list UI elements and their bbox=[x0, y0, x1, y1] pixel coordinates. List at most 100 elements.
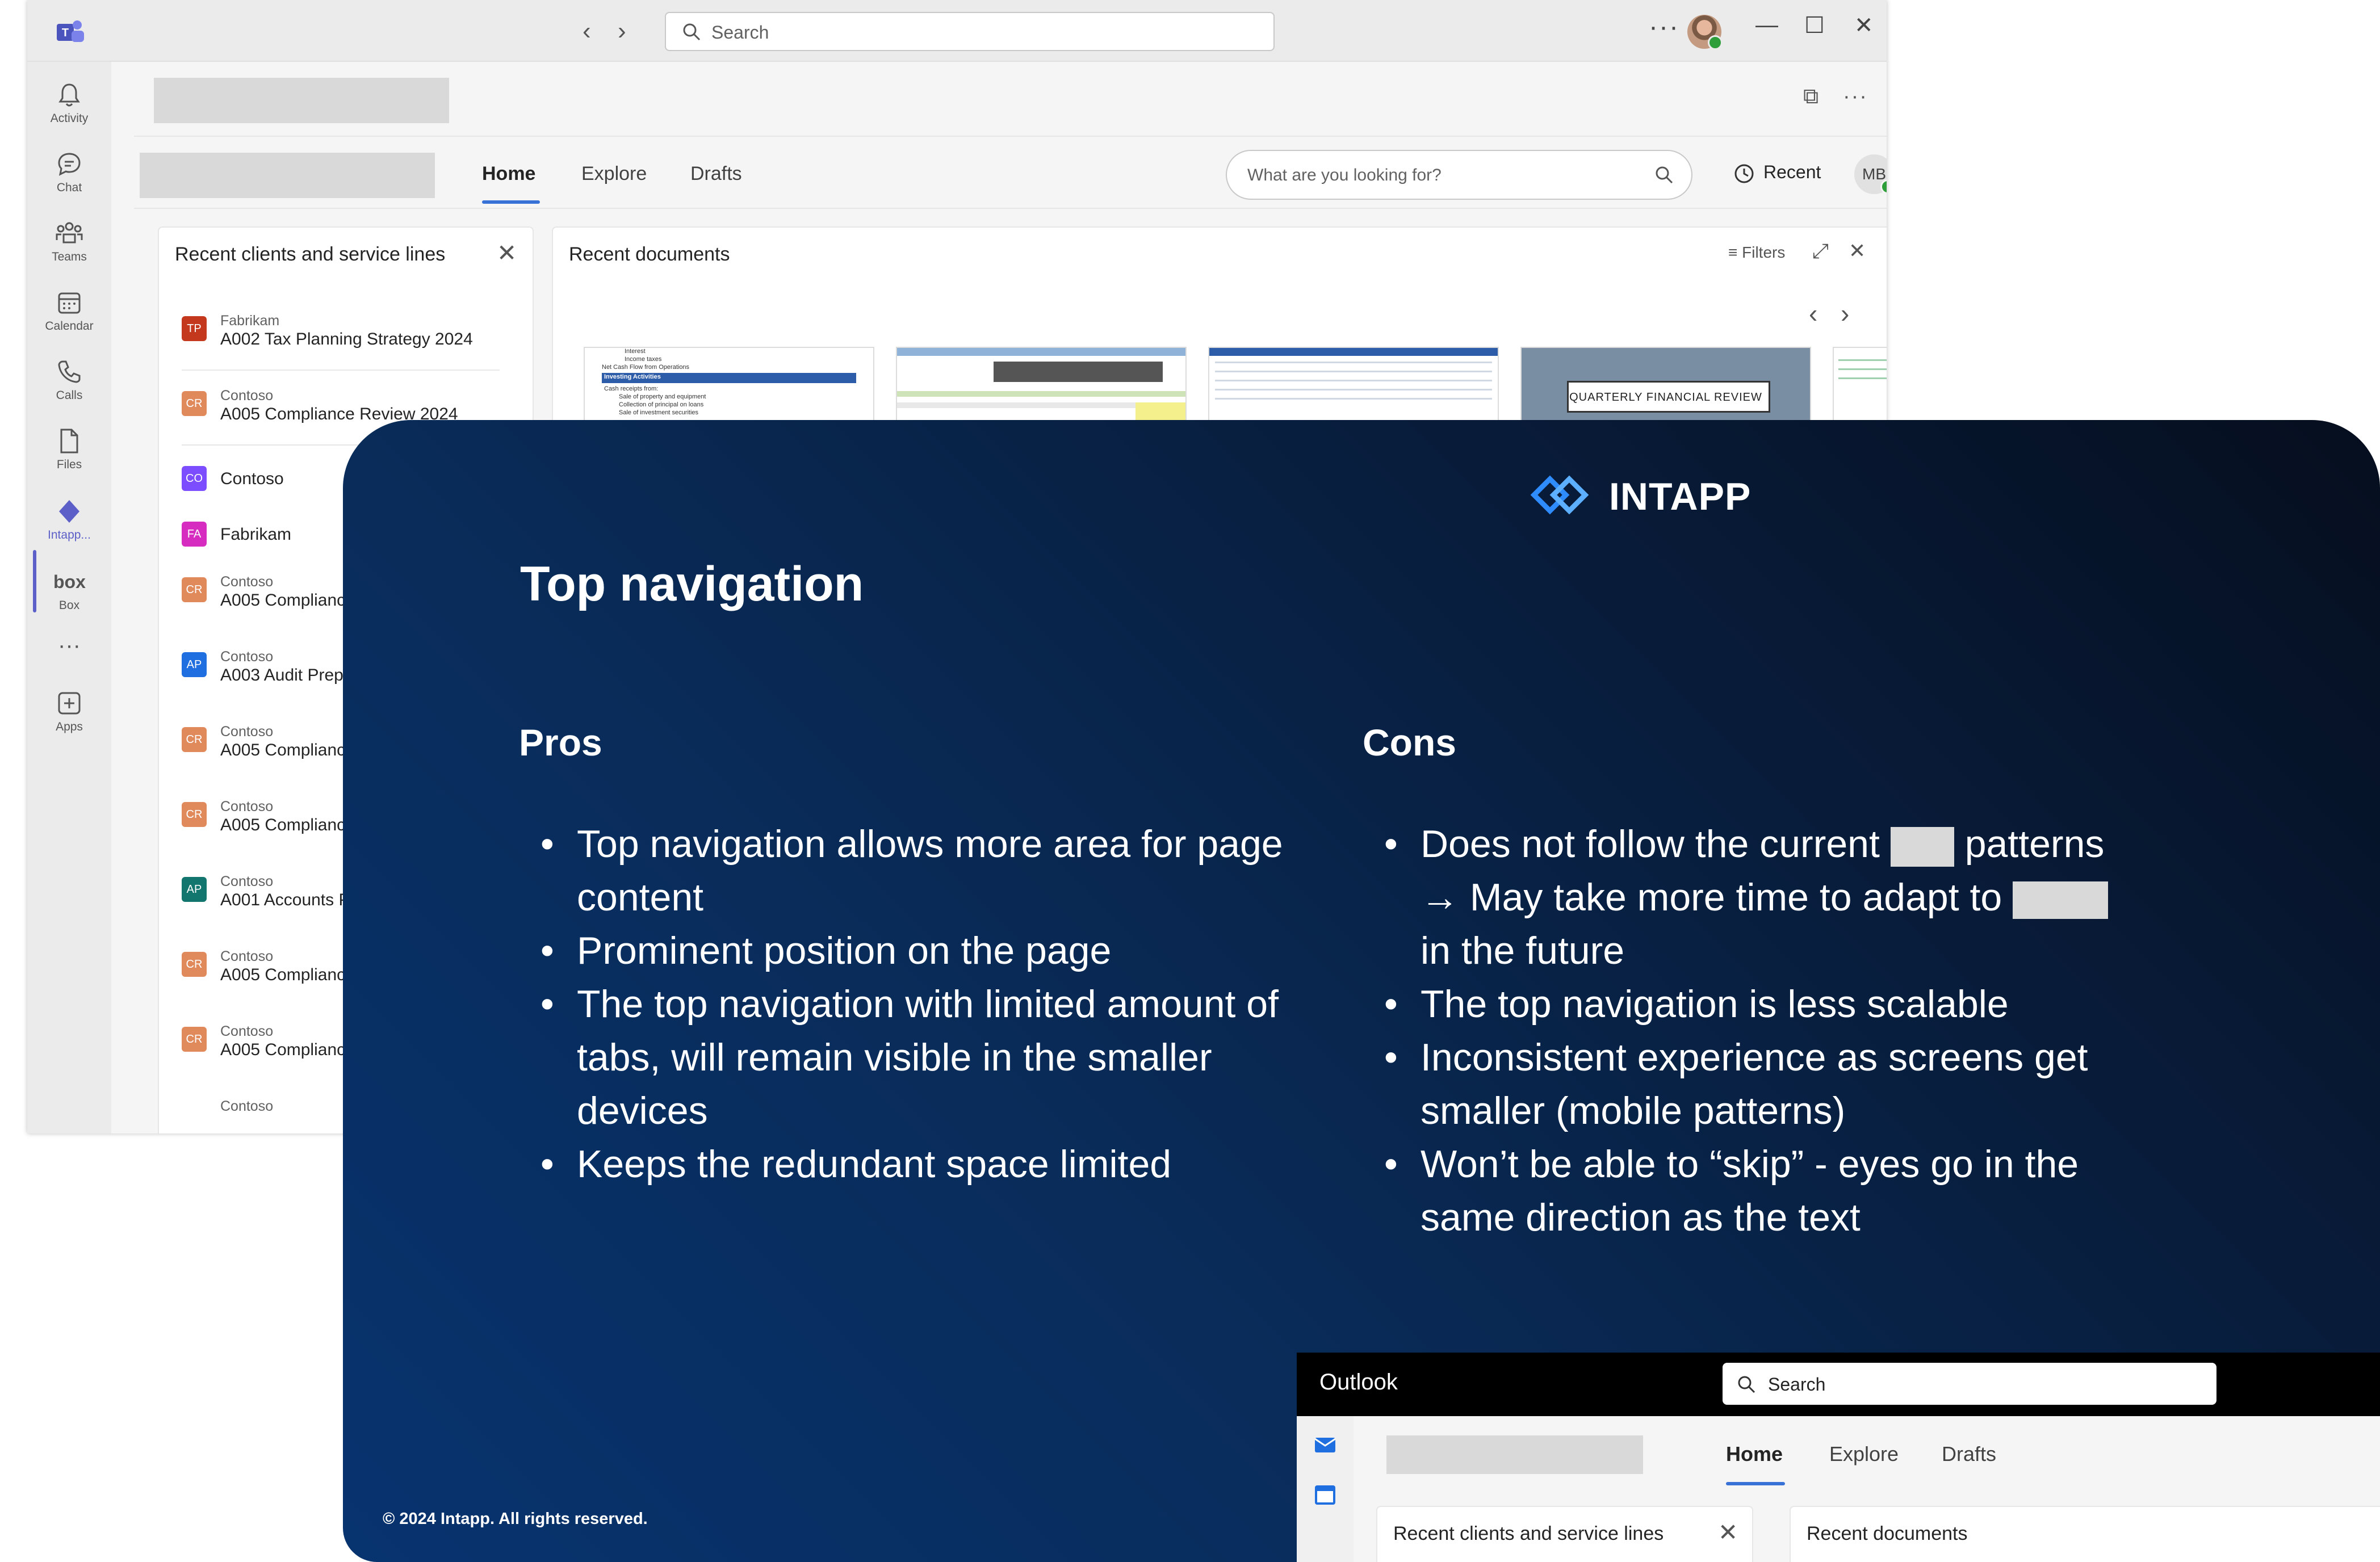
pros-item: Prominent position on the page bbox=[519, 924, 1325, 977]
document-thumbnail[interactable]: QUARTERLY FINANCIAL REVIEW bbox=[1520, 347, 1811, 426]
rail-item-calendar[interactable]: Calendar bbox=[27, 287, 111, 333]
redacted-text bbox=[1890, 827, 1954, 867]
document-thumbnail[interactable] bbox=[896, 347, 1187, 426]
box-logo-icon: box bbox=[53, 572, 86, 592]
cons-item: Does not follow the current patterns → Ma… bbox=[1363, 817, 2146, 977]
back-arrow-icon[interactable]: ‹ bbox=[583, 17, 591, 45]
popout-icon[interactable]: ⧉ bbox=[1803, 85, 1818, 109]
cons-item: Inconsistent experience as screens get s… bbox=[1363, 1031, 2146, 1137]
tab-home[interactable]: Home bbox=[482, 163, 535, 185]
client-name: Contoso bbox=[220, 469, 284, 488]
bell-icon bbox=[58, 83, 80, 107]
close-icon[interactable]: ✕ bbox=[1849, 239, 1866, 263]
thumb-block bbox=[994, 362, 1163, 382]
pros-item: The top navigation with limited amount o… bbox=[519, 977, 1325, 1137]
client-badge: CR bbox=[182, 802, 207, 827]
next-arrow-icon[interactable]: › bbox=[1841, 298, 1849, 329]
active-tab-indicator bbox=[1726, 1482, 1785, 1485]
thumb-row bbox=[1215, 362, 1492, 363]
tab-explore[interactable]: Explore bbox=[581, 163, 647, 185]
cons-text: → May take more time to adapt to bbox=[1421, 876, 2002, 919]
thumb-text: Net Cash Flow from Operations bbox=[602, 364, 690, 371]
tab-drafts[interactable]: Drafts bbox=[690, 163, 742, 185]
rail-item-files[interactable]: Files bbox=[27, 425, 111, 472]
rail-item-chat[interactable]: Chat bbox=[27, 148, 111, 195]
rail-item-box[interactable]: box Box bbox=[27, 566, 111, 612]
cons-item: The top navigation is less scalable bbox=[1363, 977, 2146, 1031]
search-placeholder: Search bbox=[711, 22, 769, 43]
maximize-button[interactable]: ☐ bbox=[1804, 12, 1825, 39]
recent-button[interactable]: Recent bbox=[1733, 162, 1821, 185]
forward-arrow-icon[interactable]: › bbox=[618, 17, 626, 45]
teams-search-input[interactable]: Search bbox=[665, 12, 1275, 51]
client-name: Fabrikam bbox=[220, 525, 292, 544]
client-badge: CR bbox=[182, 952, 207, 977]
mail-icon[interactable] bbox=[1313, 1432, 1338, 1457]
rail-item-teams[interactable]: Teams bbox=[27, 217, 111, 264]
thumb-text: Collection of principal on loans bbox=[619, 401, 704, 408]
thumb-row bbox=[1215, 389, 1492, 390]
document-thumbnail[interactable]: Interest Income taxes Net Cash Flow from… bbox=[584, 347, 874, 426]
rail-item-more[interactable]: ··· bbox=[27, 634, 111, 666]
close-window-button[interactable]: ✕ bbox=[1854, 12, 1874, 39]
rail-label: Teams bbox=[52, 250, 87, 263]
client-name: Contoso bbox=[220, 649, 274, 665]
search-icon bbox=[683, 23, 701, 41]
client-badge: AP bbox=[182, 652, 207, 677]
intapp-mark-icon bbox=[1530, 475, 1589, 515]
filter-icon: ≡ bbox=[1728, 243, 1742, 261]
search-placeholder: Search bbox=[1768, 1374, 1826, 1395]
pros-list: Top navigation allows more area for page… bbox=[519, 817, 1325, 1191]
rail-item-apps[interactable]: Apps bbox=[27, 687, 111, 734]
thumb-header-bar bbox=[1209, 348, 1498, 356]
document-thumbnail[interactable] bbox=[1833, 347, 1887, 426]
intapp-search-input[interactable]: What are you looking for? bbox=[1226, 150, 1692, 200]
tab-explore[interactable]: Explore bbox=[1829, 1442, 1899, 1466]
cons-text: in the future bbox=[1421, 929, 1625, 972]
pros-item: Keeps the redundant space limited bbox=[519, 1137, 1325, 1191]
teams-logo-icon[interactable]: T bbox=[55, 16, 86, 48]
app-rail: Activity Chat Teams Calendar Calls Files… bbox=[27, 62, 111, 1133]
rail-item-calls[interactable]: Calls bbox=[27, 356, 111, 402]
thumb-text: Investing Activities bbox=[604, 373, 661, 380]
minimize-button[interactable]: — bbox=[1755, 12, 1778, 38]
pros-item: Top navigation allows more area for page… bbox=[519, 817, 1325, 924]
rail-item-intapp[interactable]: Intapp... bbox=[27, 496, 111, 542]
title-bar: T ‹ › Search ··· — ☐ ✕ bbox=[27, 0, 1887, 62]
search-icon bbox=[1738, 1376, 1755, 1393]
client-badge: AP bbox=[182, 877, 207, 902]
cons-list: Does not follow the current patterns → Ma… bbox=[1363, 817, 2146, 1244]
more-options-icon[interactable]: ··· bbox=[1843, 85, 1868, 109]
thumb-row bbox=[1838, 377, 1887, 379]
client-badge: TP bbox=[182, 316, 207, 341]
calendar-icon bbox=[58, 292, 81, 314]
thumb-row bbox=[1215, 371, 1492, 372]
search-icon bbox=[1656, 166, 1673, 184]
rail-label: Apps bbox=[56, 720, 83, 733]
app-name: Outlook bbox=[1319, 1370, 1398, 1395]
client-badge: CR bbox=[182, 391, 207, 416]
thumb-row bbox=[1838, 359, 1887, 361]
thumb-text: Sale of property and equipment bbox=[619, 393, 706, 400]
document-thumbnail[interactable] bbox=[1208, 347, 1499, 426]
rail-item-activity[interactable]: Activity bbox=[27, 79, 111, 125]
recent-clients-panel: Recent clients and service lines ✕ bbox=[1376, 1506, 1753, 1562]
rail-label: Intapp... bbox=[48, 528, 91, 541]
filters-button[interactable]: ≡ Filters bbox=[1728, 243, 1785, 262]
outlook-window: Outlook Search Home Explore Drafts Recen… bbox=[1297, 1353, 2380, 1562]
phone-icon bbox=[58, 360, 81, 383]
thumb-row bbox=[1215, 398, 1492, 400]
close-icon[interactable]: ✕ bbox=[1718, 1518, 1738, 1546]
more-options-icon[interactable]: ··· bbox=[1649, 11, 1679, 43]
panel-title: Recent clients and service lines bbox=[1393, 1523, 1664, 1544]
close-icon[interactable]: ✕ bbox=[497, 239, 517, 267]
client-badge: CR bbox=[182, 577, 207, 602]
tab-drafts[interactable]: Drafts bbox=[1942, 1442, 1996, 1466]
tab-home[interactable]: Home bbox=[1726, 1442, 1783, 1466]
expand-icon[interactable]: ⤢ bbox=[1812, 239, 1829, 263]
outlook-search-input[interactable]: Search bbox=[1723, 1363, 2216, 1405]
prev-arrow-icon[interactable]: ‹ bbox=[1809, 298, 1817, 329]
user-avatar[interactable] bbox=[1687, 15, 1723, 50]
rail-label: Chat bbox=[56, 181, 82, 194]
calendar-icon[interactable] bbox=[1313, 1482, 1338, 1507]
